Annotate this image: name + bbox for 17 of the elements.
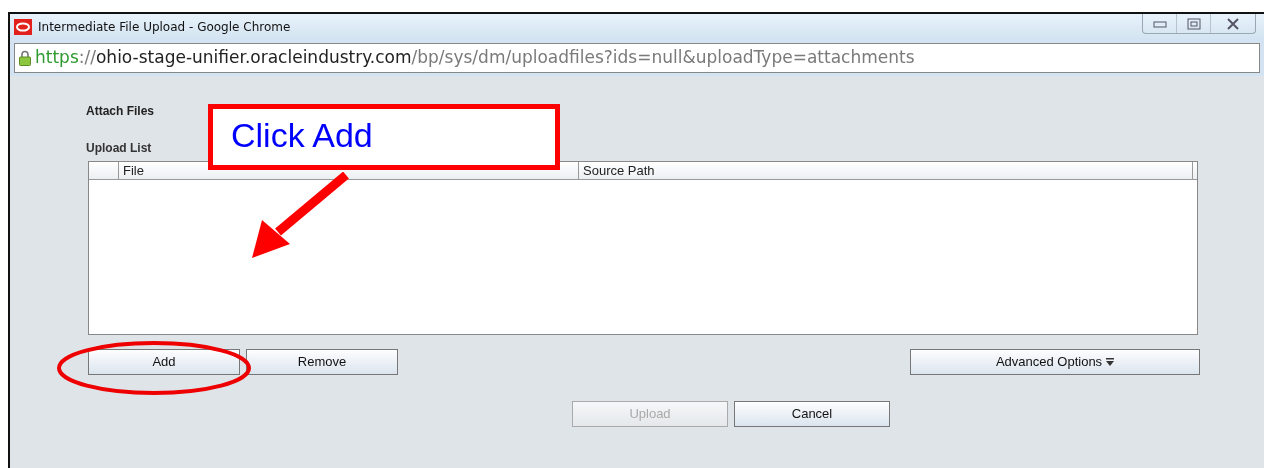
app-logo-icon	[14, 19, 32, 35]
address-text: https://ohio-stage-unifier.oracleindustry.com/bp/sys/dm/uploadfiles?ids=null&uploadType=attachments	[35, 46, 915, 70]
list-label: Upload List	[86, 141, 152, 155]
minimize-icon	[1152, 19, 1167, 28]
close-icon	[1226, 17, 1240, 30]
cancel-button[interactable]: Cancel	[734, 401, 890, 427]
section-title: Attach Files	[86, 104, 154, 118]
callout-label: Click Add	[208, 104, 560, 170]
address-field[interactable]: https://ohio-stage-unifier.oracleindustry.com/bp/sys/dm/uploadfiles?ids=null&uploadType=attachments	[14, 43, 1260, 73]
remove-button[interactable]: Remove	[246, 349, 398, 375]
advanced-options-button[interactable]: Advanced Options	[910, 349, 1200, 375]
add-button[interactable]: Add	[88, 349, 240, 375]
caret-icon	[1106, 358, 1115, 366]
table-header-cell: Source Path	[579, 162, 1193, 179]
window-title: Intermediate File Upload - Google Chrome	[38, 19, 291, 36]
maximize-icon	[1186, 17, 1201, 30]
lock-icon	[19, 50, 31, 66]
